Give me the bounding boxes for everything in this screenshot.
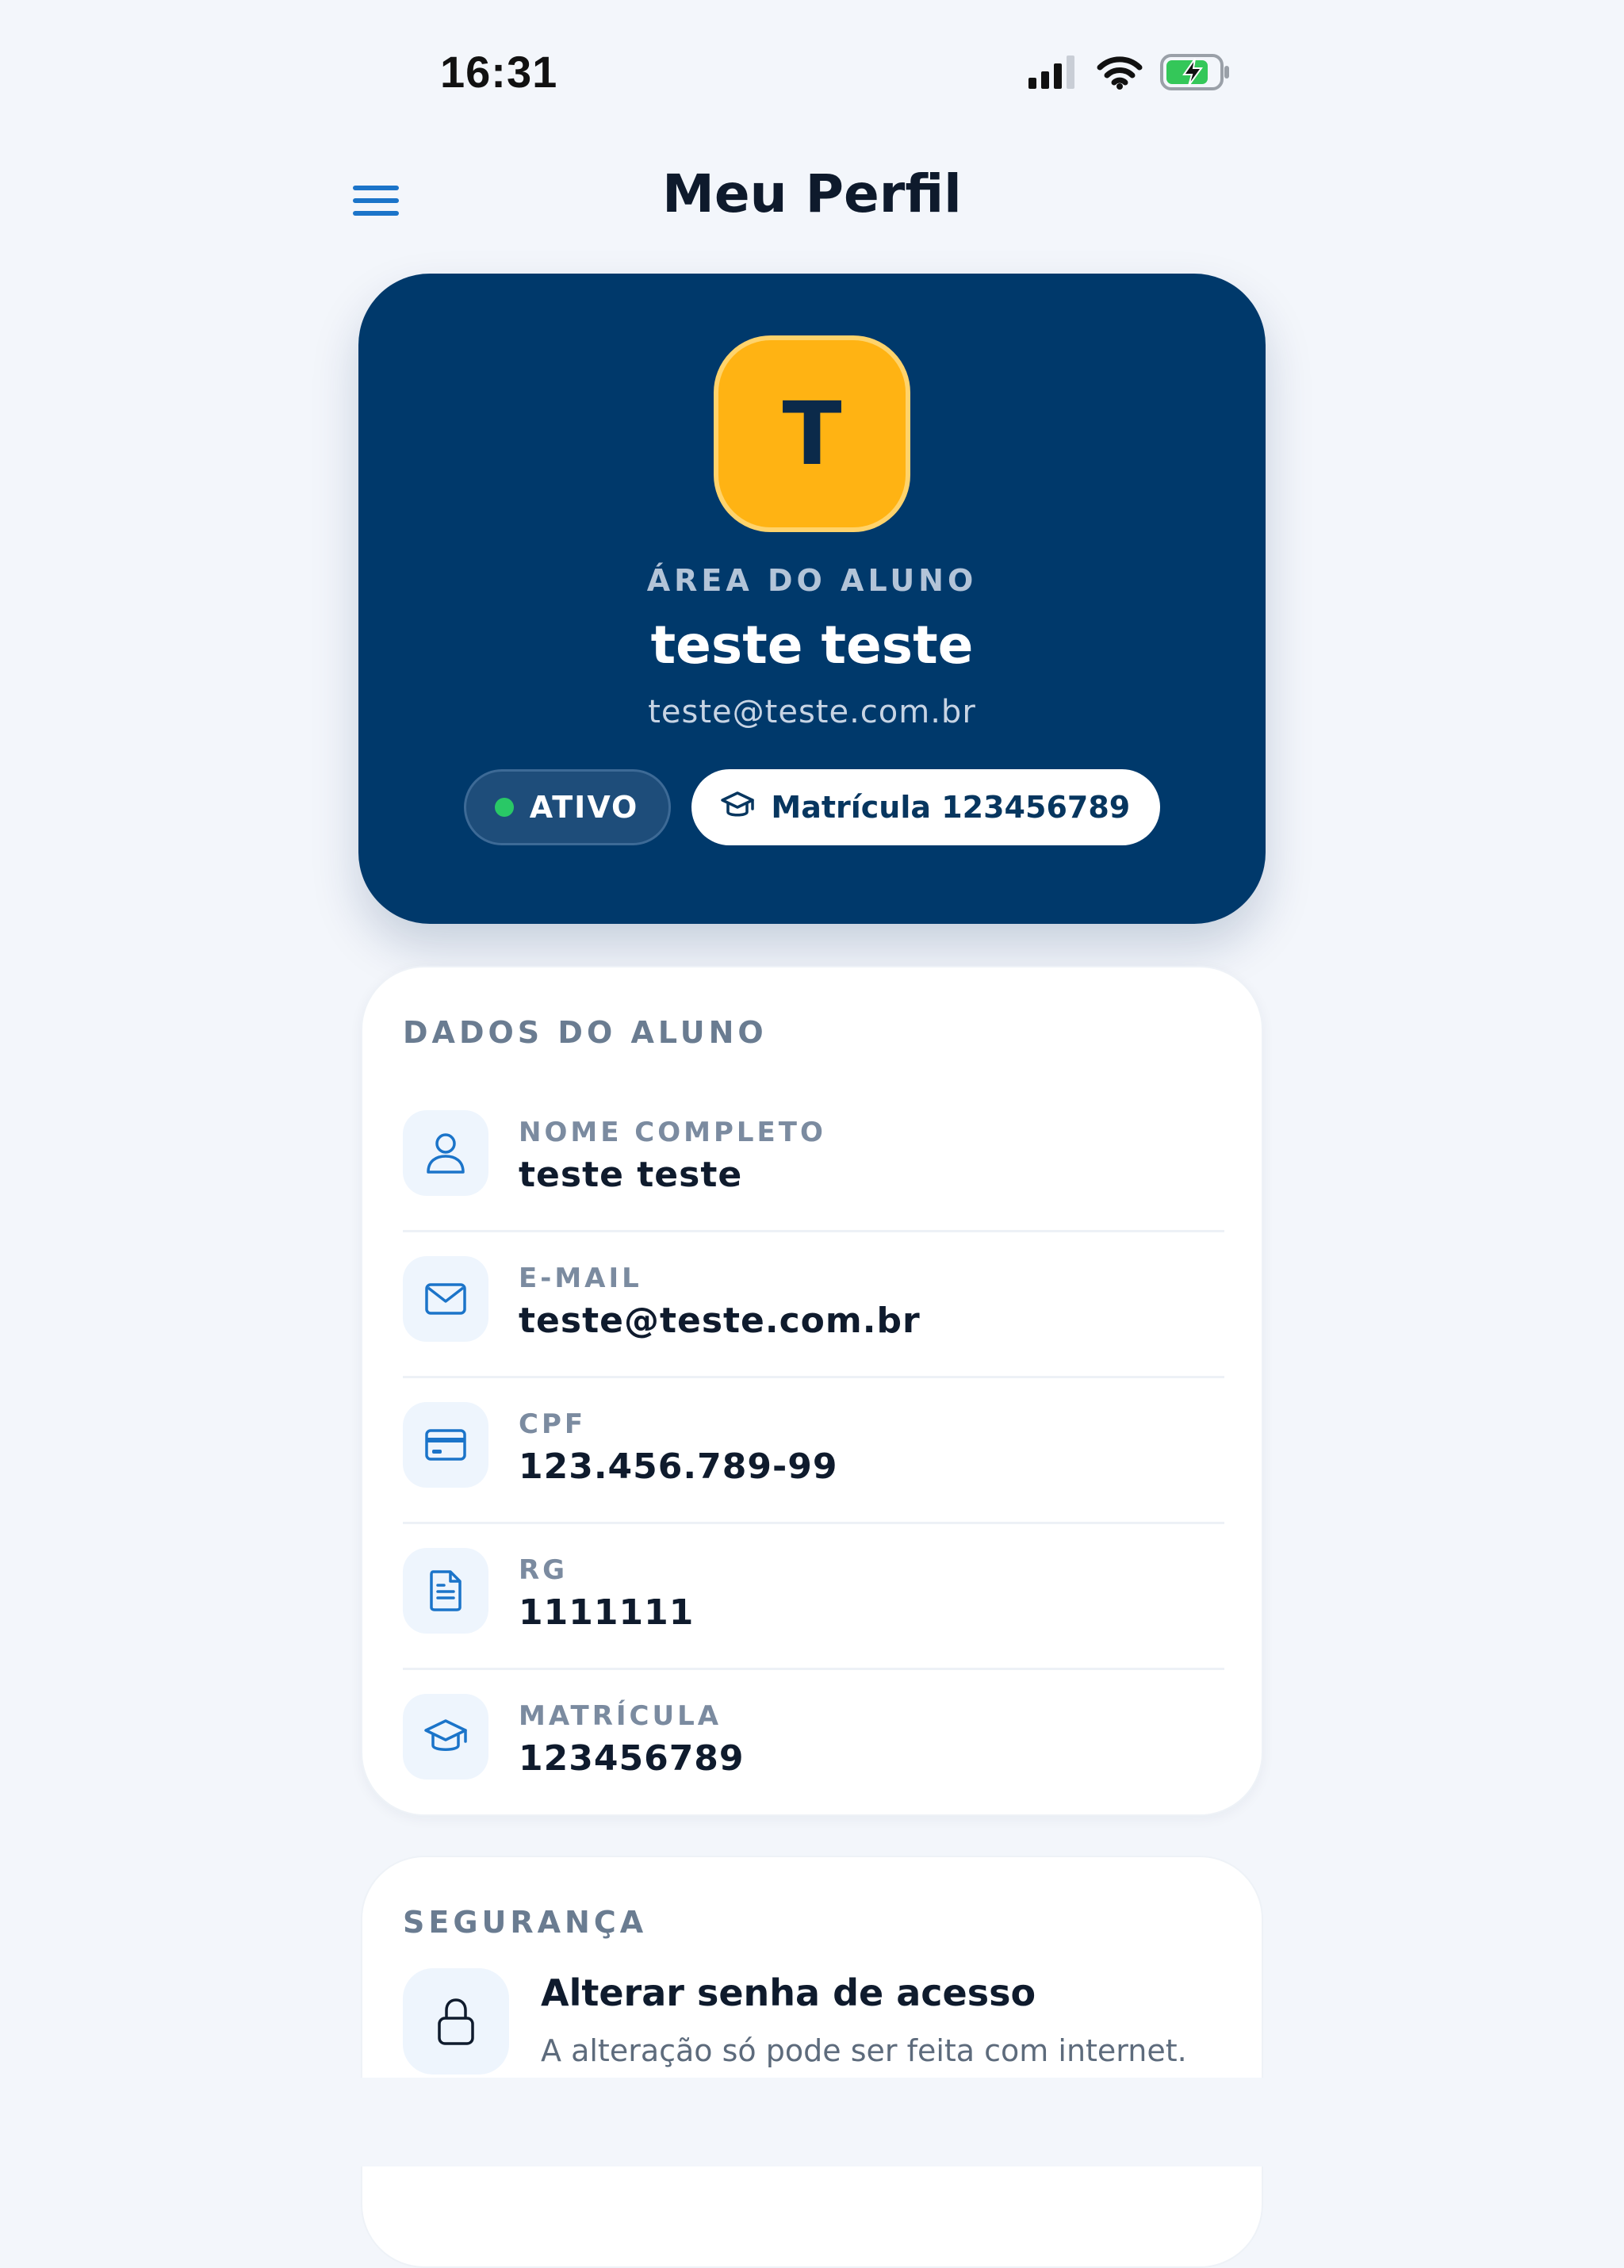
row-label: MATRÍCULA [519,1700,722,1732]
enrollment-badge: Matrícula 123456789 [691,769,1161,845]
row-value: teste teste [519,1155,743,1195]
row-label: CPF [519,1408,587,1440]
profile-email: teste@teste.com.br [648,694,976,730]
page-title: Meu Perfil [662,163,962,224]
area-label: ÁREA DO ALUNO [646,563,978,598]
battery-charging-icon [1160,54,1231,94]
section-title: SEGURANÇA [403,1905,648,1940]
student-data-card: DADOS DO ALUNO NOME COMPLETO teste teste… [361,966,1263,1816]
card-icon [403,1402,488,1488]
status-time: 16:31 [440,47,558,97]
row-label: E-MAIL [519,1262,642,1294]
data-row-email: E-MAIL teste@teste.com.br [403,1232,1224,1378]
status-dot-icon [494,798,514,817]
document-icon [403,1548,488,1634]
mail-icon [403,1256,488,1342]
graduation-cap-icon [720,790,755,825]
graduation-cap-icon [403,1694,488,1780]
profile-card: T ÁREA DO ALUNO teste teste teste@teste.… [358,274,1266,924]
row-label: RG [519,1554,569,1586]
data-row-enrollment: MATRÍCULA 123456789 [403,1670,1224,1816]
data-row-rg: RG 1111111 [403,1524,1224,1670]
wifi-icon [1097,55,1143,93]
header: Meu Perfil [0,151,1624,254]
status-icons [1028,54,1231,94]
lock-icon [403,1968,509,2075]
row-value: teste@teste.com.br [519,1301,921,1341]
data-row-full-name: NOME COMPLETO teste teste [403,1086,1224,1232]
row-label: NOME COMPLETO [519,1117,826,1148]
user-icon [403,1110,488,1196]
student-data-list: NOME COMPLETO teste teste E-MAIL teste@t… [403,1086,1224,1816]
row-value: 123456789 [519,1738,745,1779]
data-row-cpf: CPF 123.456.789-99 [403,1378,1224,1524]
signal-icon [1028,56,1079,92]
change-password-row[interactable]: Alterar senha de acesso A alteração só p… [403,1968,1224,2087]
row-value: 123.456.789-99 [519,1446,838,1487]
bottom-background [0,2078,1624,2166]
enrollment-badge-label: Matrícula 123456789 [771,790,1131,825]
security-card: SEGURANÇA Alterar senha de acesso A alte… [361,1856,1263,2268]
status-badge-label: ATIVO [529,790,639,825]
change-password-description: A alteração só pode ser feita com intern… [541,2033,1187,2068]
status-bar: 16:31 [0,0,1624,143]
change-password-title: Alterar senha de acesso [541,1971,1036,2014]
section-title: DADOS DO ALUNO [403,1015,768,1050]
row-value: 1111111 [519,1592,695,1633]
avatar-letter: T [782,383,842,485]
profile-badges: ATIVO Matrícula 123456789 [358,769,1266,845]
profile-name: teste teste [650,615,974,676]
status-badge: ATIVO [463,769,672,845]
avatar: T [714,335,910,532]
